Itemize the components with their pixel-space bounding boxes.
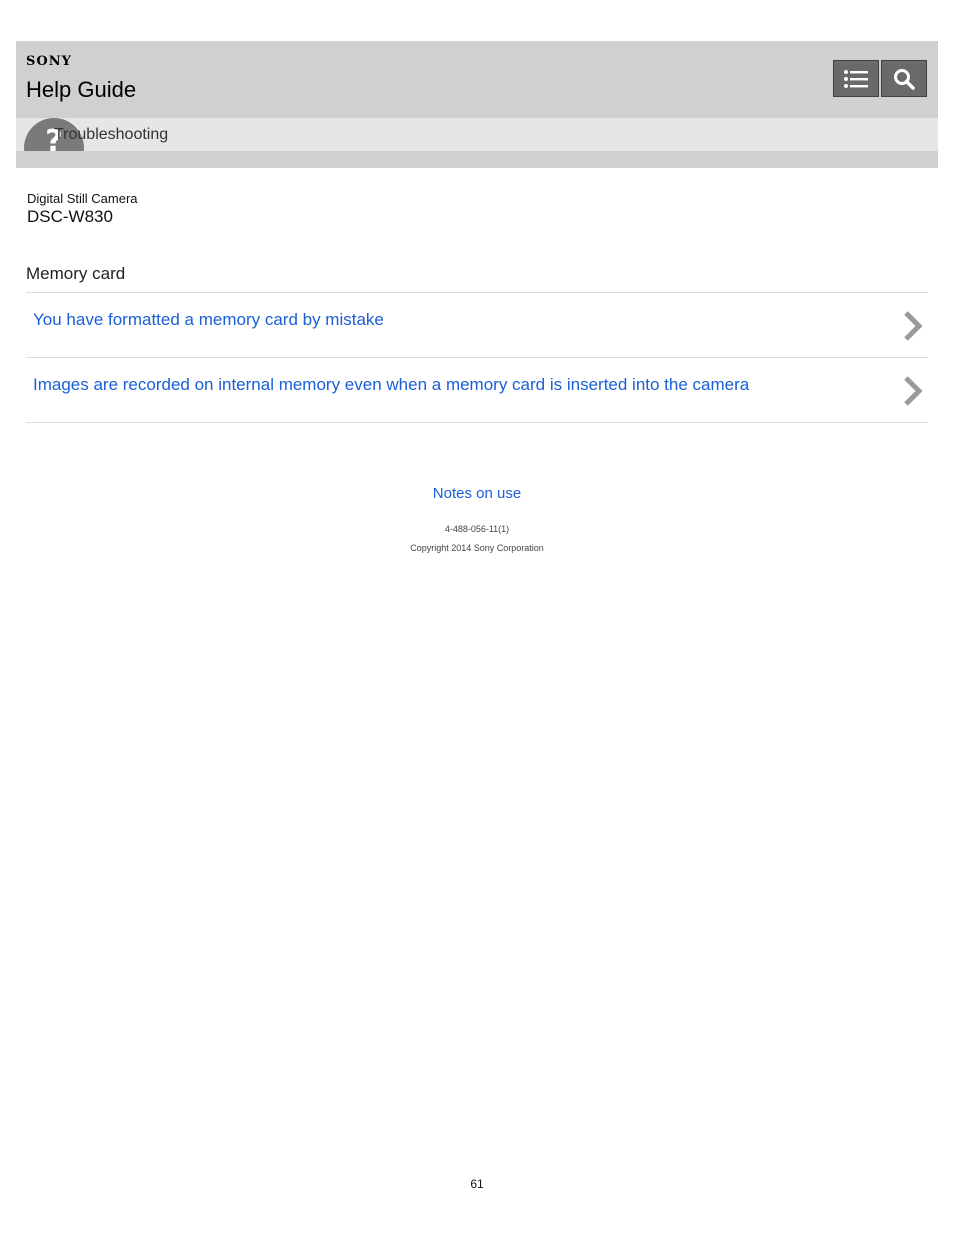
page-number: 61 [470, 1177, 484, 1191]
search-button[interactable] [881, 60, 927, 97]
copyright: Copyright 2014 Sony Corporation [410, 543, 544, 553]
list-item[interactable]: Images are recorded on internal memory e… [26, 358, 928, 423]
section-title: Memory card [26, 264, 126, 283]
notes-on-use-link[interactable]: Notes on use [0, 485, 954, 502]
brand-logo: SONY [26, 54, 72, 69]
topic-link[interactable]: Images are recorded on internal memory e… [33, 375, 749, 395]
header: SONY Help Guide ? Troubleshooting [16, 41, 938, 168]
topic-list: You have formatted a memory card by mist… [26, 292, 928, 423]
chevron-right-icon [904, 376, 923, 406]
list-icon [844, 69, 868, 88]
breadcrumb-link-troubleshooting[interactable]: Troubleshooting [54, 126, 168, 144]
document-id: 4-488-056-11(1) [444, 524, 510, 534]
page-title: Help Guide [26, 77, 137, 102]
product-type: Digital Still Camera [27, 191, 138, 206]
topic-link[interactable]: You have formatted a memory card by mist… [33, 310, 384, 330]
search-icon [894, 68, 915, 90]
breadcrumb: ? Troubleshooting [16, 118, 938, 151]
list-item[interactable]: You have formatted a memory card by mist… [26, 293, 928, 358]
chevron-right-icon [904, 311, 923, 341]
product-model: DSC-W830 [27, 207, 113, 226]
menu-button[interactable] [833, 60, 879, 97]
